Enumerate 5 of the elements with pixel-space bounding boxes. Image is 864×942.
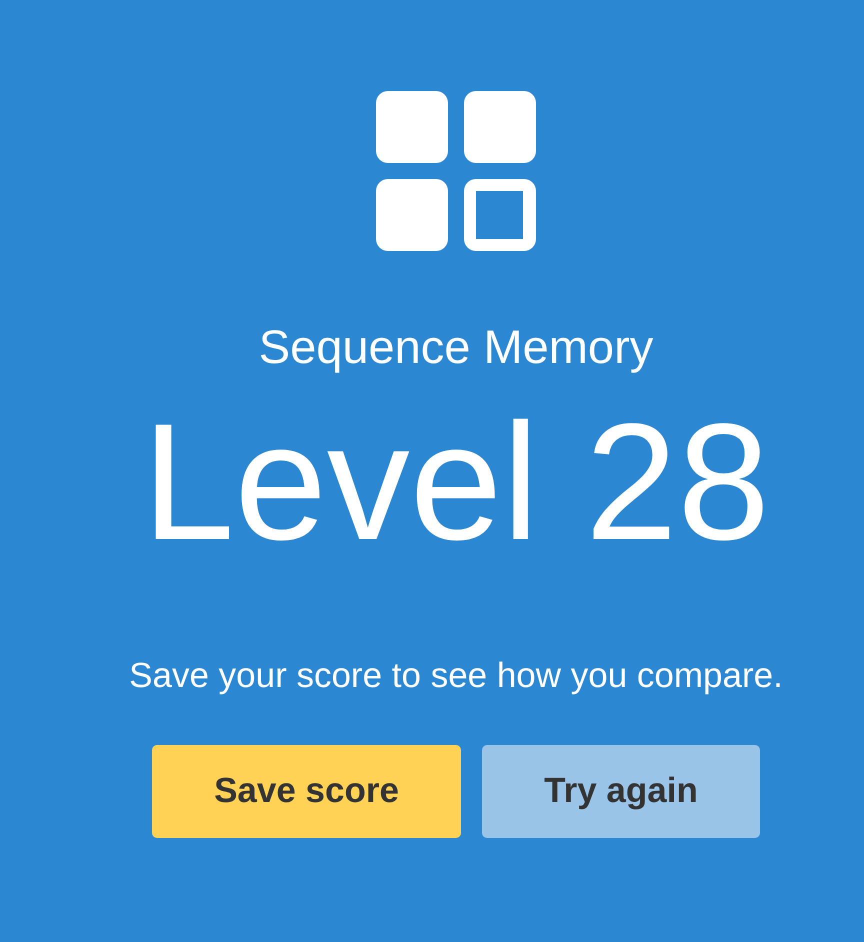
save-score-button[interactable]: Save score xyxy=(152,745,461,838)
level-result: Level 28 xyxy=(142,400,770,566)
grid-icon xyxy=(376,91,536,251)
try-again-button[interactable]: Try again xyxy=(482,745,760,838)
save-prompt: Save your score to see how you compare. xyxy=(129,658,783,693)
